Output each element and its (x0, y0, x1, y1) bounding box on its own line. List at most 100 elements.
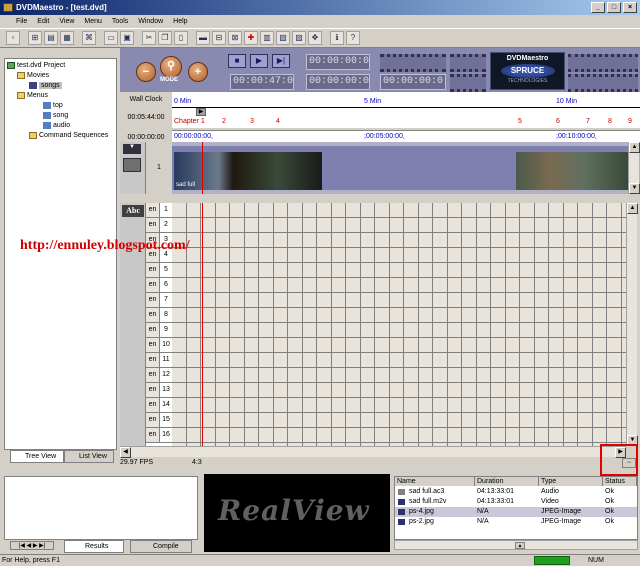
cut-icon[interactable]: ✂ (142, 31, 156, 45)
menu-icon[interactable]: ▦ (60, 31, 74, 45)
grid-hscrollbar[interactable]: ◀ ▶ (120, 446, 626, 458)
file-row[interactable]: sad full.ac3 04:13:33:01 Audio Ok (395, 487, 637, 497)
row-language[interactable]: en (146, 263, 160, 278)
track-arrow-icon[interactable]: ▼ (123, 144, 141, 154)
row-language[interactable]: en (146, 293, 160, 308)
paste-icon[interactable]: ▯ (174, 31, 188, 45)
col-duration[interactable]: Duration (475, 477, 539, 486)
chapter-6[interactable]: 6 (556, 118, 560, 125)
tab-results[interactable]: Results (64, 540, 124, 553)
folder-icon (29, 131, 37, 139)
row-language[interactable]: en (146, 413, 160, 428)
row-language[interactable]: en (146, 428, 160, 443)
scroll-down-icon[interactable]: ▼ (629, 183, 640, 194)
scroll-thumb-icon[interactable]: ▲ (515, 542, 525, 549)
file-row[interactable]: ps-4.jpg N/A JPEG-Image Ok (395, 507, 637, 517)
info-icon[interactable]: ℹ (330, 31, 344, 45)
row-language[interactable]: en (146, 278, 160, 293)
chapter-2[interactable]: 2 (222, 118, 226, 125)
scroll-up-icon[interactable]: ▲ (629, 142, 640, 153)
chapter-7[interactable]: 7 (586, 118, 590, 125)
tab-tree-view[interactable]: Tree View (10, 450, 64, 463)
clip-icon[interactable]: ▥ (260, 31, 274, 45)
menu-tools[interactable]: Tools (112, 15, 128, 28)
tree-menu-audio[interactable]: audio (43, 121, 70, 130)
track-type-icon[interactable] (123, 158, 141, 172)
zoom-out-button[interactable]: − (136, 62, 156, 82)
scroll-left-icon[interactable]: ◀ (120, 447, 131, 458)
abc-icon[interactable]: Abc (122, 205, 144, 217)
row-language[interactable]: en (146, 308, 160, 323)
menu-window[interactable]: Window (138, 15, 163, 28)
chapter-9[interactable]: 9 (628, 118, 632, 125)
clip-thumbnails-right[interactable] (516, 152, 628, 190)
menu-view[interactable]: View (59, 15, 74, 28)
chapter-1[interactable]: Chapter 1 (174, 118, 205, 125)
new-icon[interactable]: ▫ (6, 31, 20, 45)
row-language[interactable]: en (146, 218, 160, 233)
tree-menu-top[interactable]: top (43, 101, 63, 110)
stop-button[interactable]: ■ (228, 54, 246, 68)
zoom-button[interactable]: ⚲ (160, 56, 182, 78)
track-lane[interactable]: sad full (172, 146, 628, 190)
tab-list-view[interactable]: List View (64, 450, 114, 463)
maximize-button[interactable]: □ (607, 2, 621, 13)
copy-icon[interactable]: ❐ (158, 31, 172, 45)
track-number: 1 (146, 142, 172, 194)
file-row[interactable]: ps-2.jpg N/A JPEG-Image Ok (395, 517, 637, 527)
chapter-3[interactable]: 3 (250, 118, 254, 125)
row-language[interactable]: en (146, 338, 160, 353)
tree-movie-songs[interactable]: songs (29, 81, 62, 90)
marker-icon[interactable]: ✚ (244, 31, 258, 45)
grid-scrollbar[interactable]: ▲ ▼ (626, 203, 638, 446)
split-icon[interactable]: ⊟ (212, 31, 226, 45)
open-icon[interactable]: ▭ (104, 31, 118, 45)
track-scrollbar[interactable]: ▲ ▼ (628, 142, 640, 194)
nav-arrows-icon[interactable]: |◀ ◀ ▶ ▶| (10, 541, 54, 550)
menu-help[interactable]: Help (173, 15, 187, 28)
clip-thumbnails-left[interactable] (174, 152, 322, 190)
move-icon[interactable]: ✥ (308, 31, 322, 45)
menu-edit[interactable]: Edit (37, 15, 49, 28)
row-language[interactable]: en (146, 383, 160, 398)
subtitle-cells[interactable] (172, 203, 626, 446)
zoom-in-button[interactable]: + (188, 62, 208, 82)
row-language[interactable]: en (146, 323, 160, 338)
tree-menu-song[interactable]: song (43, 111, 68, 120)
tree-menus[interactable]: Menus (17, 91, 48, 100)
col-name[interactable]: Name (395, 477, 475, 486)
file-hscrollbar[interactable]: ▲ (394, 540, 638, 550)
chapter-4[interactable]: 4 (276, 118, 280, 125)
menu-menu[interactable]: Menu (84, 15, 102, 28)
row-language[interactable]: en (146, 398, 160, 413)
menu-file[interactable]: File (16, 15, 27, 28)
project-icon[interactable]: ⊞ (28, 31, 42, 45)
file-row[interactable]: sad full.m2v 04:13:33:01 Video Ok (395, 497, 637, 507)
movie-icon[interactable]: ▤ (44, 31, 58, 45)
tree-root[interactable]: test.dvd Project (7, 61, 65, 70)
play-button[interactable]: ▶ (250, 54, 268, 68)
tree-movies[interactable]: Movies (17, 71, 49, 80)
network-icon[interactable]: ⌘ (82, 31, 96, 45)
row-language[interactable]: en (146, 203, 160, 218)
save-icon[interactable]: ▣ (120, 31, 134, 45)
row-language[interactable]: en (146, 368, 160, 383)
col-type[interactable]: Type (539, 477, 603, 486)
clip3-icon[interactable]: ▨ (292, 31, 306, 45)
tree-command-sequences[interactable]: Command Sequences (29, 131, 108, 140)
film-icon[interactable]: ▬ (196, 31, 210, 45)
help-icon[interactable]: ? (346, 31, 360, 45)
filmstrip-decor (380, 54, 446, 72)
clip2-icon[interactable]: ▧ (276, 31, 290, 45)
layout-toggle-icon[interactable]: ⇔ (622, 458, 636, 468)
chapter-8[interactable]: 8 (608, 118, 612, 125)
grid-icon[interactable]: ⊠ (228, 31, 242, 45)
minimize-button[interactable]: _ (591, 2, 605, 13)
chapter-5[interactable]: 5 (518, 118, 522, 125)
tab-compile[interactable]: Compile (130, 540, 192, 553)
col-status[interactable]: Status (603, 477, 637, 486)
step-button[interactable]: ▶| (272, 54, 290, 68)
row-language[interactable]: en (146, 353, 160, 368)
scroll-up-icon[interactable]: ▲ (627, 203, 638, 214)
close-button[interactable]: × (623, 2, 637, 13)
